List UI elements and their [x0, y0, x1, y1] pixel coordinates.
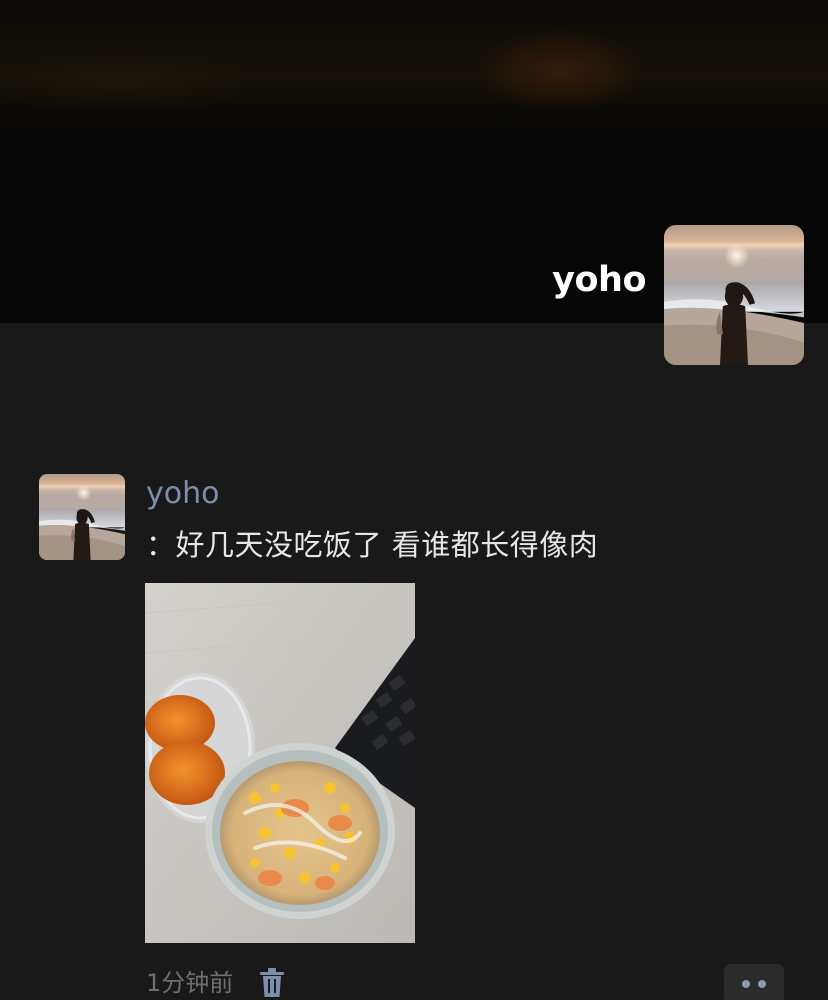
post-timestamp: 1分钟前 — [146, 969, 234, 997]
post-author-name[interactable]: yoho — [146, 474, 219, 514]
moments-page: yoho yoho ：好几天没吃饭了 看谁都长得像肉 1分钟前 — [0, 0, 828, 1000]
beach-sunset-avatar-image — [39, 474, 125, 560]
profile-name: yoho — [552, 260, 646, 300]
trash-icon-glyph — [260, 968, 284, 997]
more-actions-button[interactable] — [724, 964, 784, 1000]
more-dot — [742, 980, 750, 988]
post-text: ：好几天没吃饭了 看谁都长得像肉 — [146, 528, 599, 562]
beach-sunset-avatar-image — [664, 225, 804, 365]
trash-icon[interactable] — [259, 968, 285, 998]
more-dot — [758, 980, 766, 988]
cover-fade — [0, 100, 828, 180]
post-photo[interactable] — [145, 583, 415, 943]
food-photo-image — [145, 583, 415, 943]
profile-avatar[interactable] — [664, 225, 804, 365]
post-author-avatar[interactable] — [39, 474, 125, 560]
